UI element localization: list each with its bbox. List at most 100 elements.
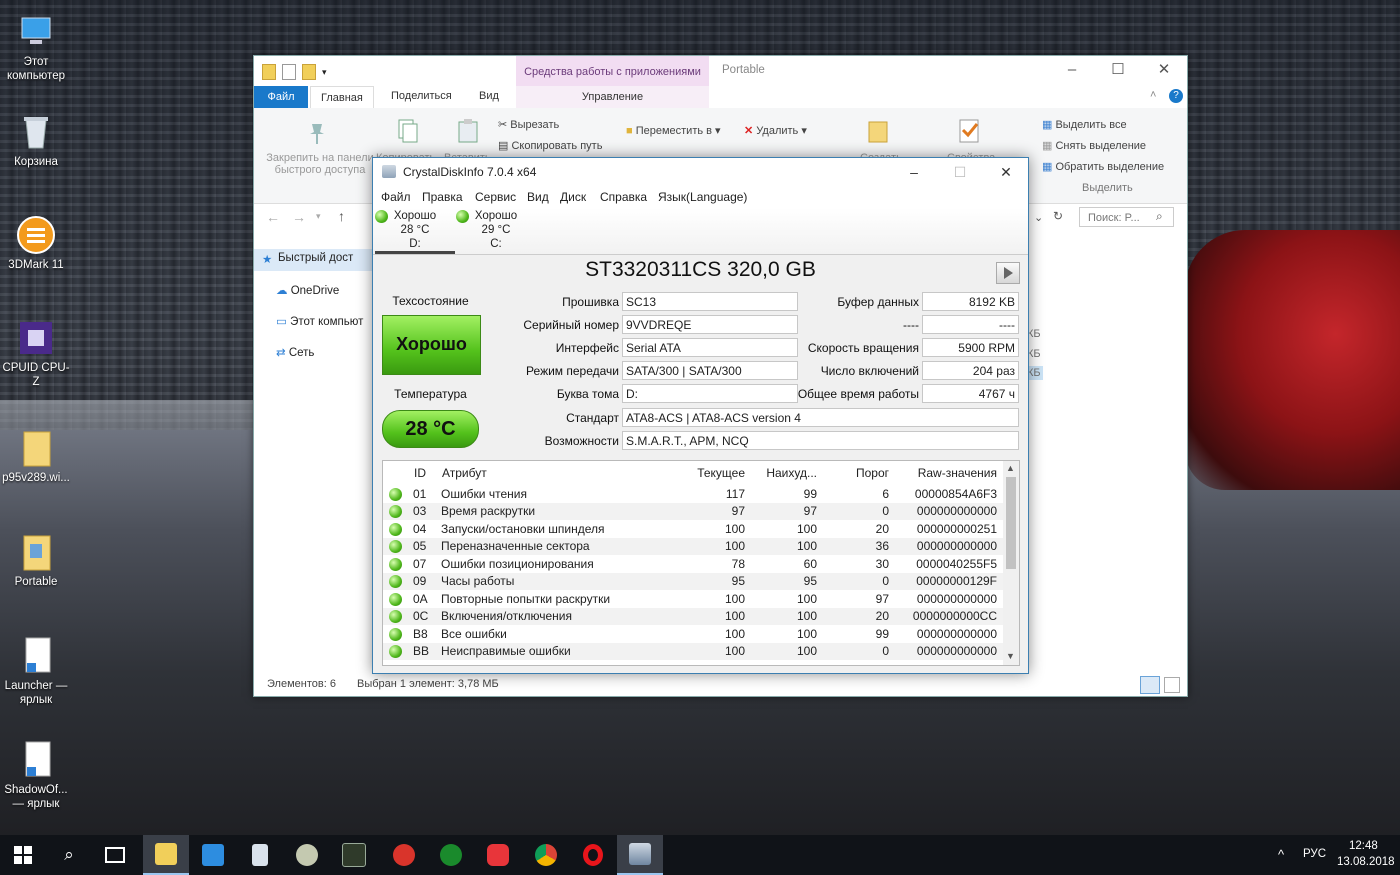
table-row[interactable]: B8 Все ошибки 100 100 99 000000000000 — [383, 625, 1003, 643]
table-row[interactable]: 07 Ошибки позиционирования 78 60 30 000004025… — [383, 555, 1003, 573]
properties-icon[interactable] — [282, 64, 296, 80]
attr-current: 97 — [685, 502, 751, 520]
taskbar-app-4[interactable] — [331, 835, 377, 875]
scroll-down-icon[interactable]: ▼ — [1006, 651, 1015, 661]
folder-icon[interactable] — [262, 64, 276, 80]
task-view-button[interactable] — [92, 835, 138, 875]
refresh-icon[interactable]: ↻ — [1053, 209, 1063, 223]
up-icon[interactable]: ↑ — [338, 208, 345, 224]
attr-name: Запуски/остановки шпинделя — [441, 521, 605, 536]
minimize-button[interactable]: – — [1049, 56, 1095, 84]
desktop-icon-shadowof[interactable]: ShadowOf... — ярлык — [0, 740, 72, 811]
temperature-badge[interactable]: 28 °C — [382, 410, 479, 448]
table-row[interactable]: 09 Часы работы 95 95 0 00000000129F — [383, 572, 1003, 590]
taskbar-app-3[interactable] — [284, 835, 330, 875]
disk-tab-d[interactable]: Хорошо 28 °C D: — [375, 209, 455, 254]
desktop-icon-this-pc[interactable]: Этот компьютер — [0, 12, 72, 83]
select-all-button[interactable]: ▦ Выделить все — [1042, 118, 1127, 131]
nav-item-quick-access[interactable]: ★ Быстрый дост — [254, 249, 374, 271]
taskbar-app-opera[interactable] — [570, 835, 616, 875]
maximize-button[interactable]: ☐ — [1095, 56, 1141, 84]
delete-button[interactable]: ✕ Удалить ▾ — [744, 124, 807, 137]
item-count: Элементов: 6 — [267, 678, 336, 690]
help-icon[interactable]: ? — [1169, 89, 1183, 103]
taskbar-app-crystaldiskinfo[interactable] — [617, 835, 663, 875]
scrollbar-thumb[interactable] — [1006, 477, 1016, 569]
disk-tab-c[interactable]: Хорошо 29 °C C: — [456, 209, 536, 251]
tab-home[interactable]: Главная — [310, 86, 374, 110]
tab-view[interactable]: Вид — [479, 90, 499, 102]
maximize-button[interactable]: ☐ — [937, 158, 983, 186]
table-row[interactable]: 03 Время раскрутки 97 97 0 000000000000 — [383, 502, 1003, 520]
desktop-icon-recycle-bin[interactable]: Корзина — [0, 112, 72, 169]
tab-manage[interactable]: Управление — [516, 86, 709, 108]
health-status-badge[interactable]: Хорошо — [382, 315, 481, 375]
table-row[interactable]: BB Неисправимые ошибки 100 100 0 000000000000 — [383, 642, 1003, 660]
column-header-attribute[interactable]: Атрибут — [441, 461, 685, 485]
taskbar-app-2[interactable] — [237, 835, 283, 875]
smart-attributes-table[interactable]: ID Атрибут Текущее Наихуд... Порог Raw-з… — [382, 460, 1020, 666]
taskbar-app-explorer[interactable] — [143, 835, 189, 875]
taskbar-app-7[interactable] — [475, 835, 521, 875]
menu-language[interactable]: Язык(Language) — [658, 190, 747, 204]
search-button[interactable]: ⌕ — [46, 835, 92, 875]
nav-item-onedrive[interactable]: ☁ OneDrive — [276, 283, 339, 297]
next-disk-button[interactable] — [996, 262, 1020, 284]
move-to-button[interactable]: ■ Переместить в ▾ — [626, 124, 721, 137]
back-icon[interactable]: ← — [266, 209, 280, 225]
tray-expand-icon[interactable]: ^ — [1278, 847, 1284, 862]
start-button[interactable] — [0, 835, 46, 875]
desktop-icon-launcher[interactable]: Launcher — ярлык — [0, 636, 72, 707]
taskbar-app-5[interactable] — [381, 835, 427, 875]
table-row[interactable]: 05 Переназначенные сектора 100 100 36 0000000… — [383, 537, 1003, 555]
table-row[interactable]: 0A Повторные попытки раскрутки 100 100 97 000… — [383, 590, 1003, 608]
nav-item-network[interactable]: ⇄ Сеть — [276, 345, 314, 359]
menu-help[interactable]: Справка — [600, 190, 647, 204]
menu-edit[interactable]: Правка — [422, 190, 463, 204]
vertical-scrollbar[interactable]: ▲ ▼ — [1003, 461, 1019, 665]
menu-view[interactable]: Вид — [527, 190, 549, 204]
pin-quick-access-button[interactable]: Закрепить на панели быстрого доступа — [260, 152, 380, 176]
language-indicator[interactable]: РУС — [1303, 848, 1326, 860]
column-header-worst[interactable]: Наихуд... — [751, 461, 823, 485]
desktop-icon-cpuz[interactable]: CPUID CPU-Z — [0, 318, 72, 389]
menu-disk[interactable]: Диск — [560, 190, 586, 204]
taskbar-app-1[interactable] — [190, 835, 236, 875]
close-button[interactable]: ✕ — [1141, 56, 1187, 84]
forward-icon[interactable]: → — [292, 209, 306, 225]
column-header-id[interactable]: ID — [413, 461, 441, 485]
cut-button[interactable]: ✂ Вырезать — [498, 118, 559, 131]
column-header-threshold[interactable]: Порог — [823, 461, 895, 485]
desktop-icon-portable[interactable]: Portable — [0, 532, 72, 589]
menu-file[interactable]: Файл — [381, 190, 411, 204]
column-header-current[interactable]: Текущее — [685, 461, 751, 485]
desktop-icon-3dmark[interactable]: 3DMark 11 — [0, 215, 72, 272]
taskbar-app-6[interactable] — [428, 835, 474, 875]
nav-item-this-pc[interactable]: ▭ Этот компьют — [276, 314, 363, 328]
tab-share[interactable]: Поделиться — [391, 90, 452, 102]
column-header-raw[interactable]: Raw-значения — [895, 461, 1003, 485]
select-none-button[interactable]: ▦ Снять выделение — [1042, 139, 1146, 152]
table-row[interactable]: 04 Запуски/остановки шпинделя 100 100 20 0000… — [383, 520, 1003, 538]
scroll-up-icon[interactable]: ▲ — [1006, 463, 1015, 473]
minimize-button[interactable]: – — [891, 158, 937, 186]
clock-time[interactable]: 12:48 — [1349, 840, 1378, 852]
ribbon-collapse-icon[interactable]: ˄ — [1150, 89, 1156, 101]
chevron-down-icon[interactable]: ▾ — [322, 67, 327, 78]
table-row[interactable]: 0C Включения/отключения 100 100 20 0000000000… — [383, 607, 1003, 625]
clock-date[interactable]: 13.08.2018 — [1337, 856, 1395, 868]
large-icons-view-icon[interactable] — [1164, 677, 1180, 693]
invert-selection-button[interactable]: ▦ Обратить выделение — [1042, 160, 1164, 173]
close-button[interactable]: ✕ — [983, 158, 1029, 186]
menu-service[interactable]: Сервис — [475, 190, 516, 204]
table-row[interactable]: 01 Ошибки чтения 117 99 6 00000854A6F3 — [383, 485, 1003, 503]
recent-locations-icon[interactable]: ▾ — [316, 211, 321, 222]
tab-file[interactable]: Файл — [254, 86, 308, 108]
properties-large-icon — [958, 118, 980, 144]
taskbar-app-chrome[interactable] — [523, 835, 569, 875]
desktop-icon-p95[interactable]: p95v289.wi... — [0, 428, 72, 485]
details-view-icon[interactable] — [1140, 676, 1160, 694]
new-folder-icon[interactable] — [302, 64, 316, 80]
address-dropdown-icon[interactable]: ⌄ — [1034, 211, 1043, 224]
copy-path-button[interactable]: ▤ Скопировать путь — [498, 139, 602, 152]
